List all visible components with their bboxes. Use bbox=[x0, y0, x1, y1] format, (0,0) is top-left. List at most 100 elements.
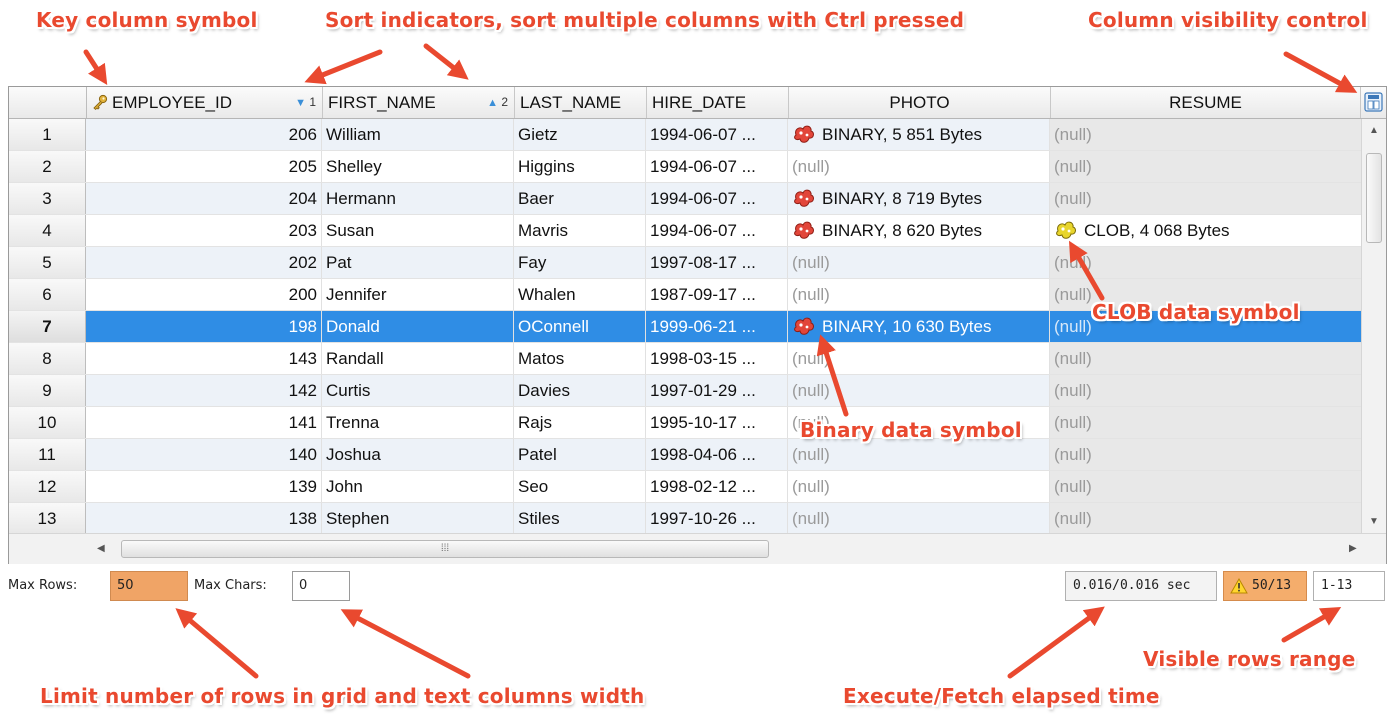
cell-employee-id[interactable]: 206 bbox=[86, 119, 322, 150]
row-number[interactable]: 1 bbox=[9, 119, 86, 150]
cell-hire-date[interactable]: 1994-06-07 ... bbox=[646, 215, 788, 246]
cell-first-name[interactable]: Susan bbox=[322, 215, 514, 246]
column-header-last-name[interactable]: LAST_NAME bbox=[515, 87, 647, 118]
cell-first-name[interactable]: Shelley bbox=[322, 151, 514, 182]
cell-employee-id[interactable]: 140 bbox=[86, 439, 322, 470]
max-rows-input[interactable]: 50 bbox=[110, 571, 188, 601]
cell-employee-id[interactable]: 138 bbox=[86, 503, 322, 533]
sort-indicator-employee-id[interactable]: ▼ 1 bbox=[295, 87, 316, 118]
cell-first-name[interactable]: Joshua bbox=[322, 439, 514, 470]
cell-employee-id[interactable]: 204 bbox=[86, 183, 322, 214]
cell-hire-date[interactable]: 1994-06-07 ... bbox=[646, 119, 788, 150]
cell-last-name[interactable]: Higgins bbox=[514, 151, 646, 182]
cell-resume[interactable]: (null) bbox=[1050, 183, 1361, 214]
scroll-up-icon[interactable]: ▲ bbox=[1369, 125, 1379, 136]
cell-first-name[interactable]: Hermann bbox=[322, 183, 514, 214]
max-chars-input[interactable]: 0 bbox=[292, 571, 350, 601]
cell-employee-id[interactable]: 139 bbox=[86, 471, 322, 502]
cell-employee-id[interactable]: 143 bbox=[86, 343, 322, 374]
row-number[interactable]: 11 bbox=[9, 439, 86, 470]
vertical-scrollbar[interactable]: ▲ ▼ bbox=[1361, 119, 1386, 533]
cell-resume[interactable]: (null) bbox=[1050, 343, 1361, 374]
cell-photo[interactable]: (null) bbox=[788, 503, 1050, 533]
cell-photo[interactable]: BINARY, 8 620 Bytes bbox=[788, 215, 1050, 246]
cell-first-name[interactable]: Trenna bbox=[322, 407, 514, 438]
row-number[interactable]: 12 bbox=[9, 471, 86, 502]
column-header-photo[interactable]: PHOTO bbox=[789, 87, 1051, 118]
row-number[interactable]: 3 bbox=[9, 183, 86, 214]
cell-resume[interactable]: (null) bbox=[1050, 471, 1361, 502]
cell-hire-date[interactable]: 1999-06-21 ... bbox=[646, 311, 788, 342]
row-number[interactable]: 10 bbox=[9, 407, 86, 438]
cell-last-name[interactable]: Rajs bbox=[514, 407, 646, 438]
row-number[interactable]: 5 bbox=[9, 247, 86, 278]
cell-first-name[interactable]: Curtis bbox=[322, 375, 514, 406]
cell-resume[interactable]: (null) bbox=[1050, 151, 1361, 182]
cell-hire-date[interactable]: 1998-04-06 ... bbox=[646, 439, 788, 470]
cell-photo[interactable]: (null) bbox=[788, 151, 1050, 182]
cell-photo[interactable]: (null) bbox=[788, 439, 1050, 470]
row-number[interactable]: 7 bbox=[9, 311, 86, 342]
cell-hire-date[interactable]: 1998-03-15 ... bbox=[646, 343, 788, 374]
column-header-hire-date[interactable]: HIRE_DATE bbox=[647, 87, 789, 118]
cell-hire-date[interactable]: 1998-02-12 ... bbox=[646, 471, 788, 502]
cell-hire-date[interactable]: 1997-01-29 ... bbox=[646, 375, 788, 406]
sort-indicator-first-name[interactable]: ▲ 2 bbox=[487, 87, 508, 118]
cell-photo[interactable]: (null) bbox=[788, 279, 1050, 310]
table-row[interactable]: 8 143 Randall Matos 1998-03-15 ... (null) (nul… bbox=[9, 343, 1361, 375]
cell-last-name[interactable]: OConnell bbox=[514, 311, 646, 342]
cell-employee-id[interactable]: 142 bbox=[86, 375, 322, 406]
row-number[interactable]: 6 bbox=[9, 279, 86, 310]
cell-photo[interactable]: BINARY, 10 630 Bytes bbox=[788, 311, 1050, 342]
cell-hire-date[interactable]: 1994-06-07 ... bbox=[646, 151, 788, 182]
cell-hire-date[interactable]: 1987-09-17 ... bbox=[646, 279, 788, 310]
column-header-first-name[interactable]: FIRST_NAME ▲ 2 bbox=[323, 87, 515, 118]
cell-photo[interactable]: BINARY, 5 851 Bytes bbox=[788, 119, 1050, 150]
cell-employee-id[interactable]: 198 bbox=[86, 311, 322, 342]
cell-employee-id[interactable]: 202 bbox=[86, 247, 322, 278]
row-number[interactable]: 8 bbox=[9, 343, 86, 374]
cell-first-name[interactable]: Jennifer bbox=[322, 279, 514, 310]
table-row[interactable]: 3 204 Hermann Baer 1994-06-07 ... BINARY, 8 7… bbox=[9, 183, 1361, 215]
scroll-left-icon[interactable]: ◀ bbox=[97, 543, 105, 554]
cell-first-name[interactable]: Donald bbox=[322, 311, 514, 342]
column-header-resume[interactable]: RESUME bbox=[1051, 87, 1361, 118]
cell-employee-id[interactable]: 200 bbox=[86, 279, 322, 310]
cell-hire-date[interactable]: 1994-06-07 ... bbox=[646, 183, 788, 214]
cell-resume[interactable]: (null) bbox=[1050, 375, 1361, 406]
table-row[interactable]: 4 203 Susan Mavris 1994-06-07 ... BINARY, 8 6… bbox=[9, 215, 1361, 247]
horizontal-scroll-thumb[interactable]: ⁞⁞⁞ bbox=[121, 540, 769, 558]
cell-last-name[interactable]: Baer bbox=[514, 183, 646, 214]
table-row[interactable]: 13 138 Stephen Stiles 1997-10-26 ... (null) (n… bbox=[9, 503, 1361, 533]
cell-photo[interactable]: (null) bbox=[788, 343, 1050, 374]
row-number[interactable]: 2 bbox=[9, 151, 86, 182]
cell-last-name[interactable]: Stiles bbox=[514, 503, 646, 533]
cell-first-name[interactable]: Pat bbox=[322, 247, 514, 278]
cell-resume[interactable]: (null) bbox=[1050, 407, 1361, 438]
vertical-scroll-thumb[interactable] bbox=[1366, 153, 1382, 243]
cell-first-name[interactable]: Randall bbox=[322, 343, 514, 374]
cell-photo[interactable]: BINARY, 8 719 Bytes bbox=[788, 183, 1050, 214]
cell-last-name[interactable]: Davies bbox=[514, 375, 646, 406]
row-number[interactable]: 9 bbox=[9, 375, 86, 406]
table-row[interactable]: 1 206 William Gietz 1994-06-07 ... BINARY, 5 … bbox=[9, 119, 1361, 151]
cell-photo[interactable]: (null) bbox=[788, 471, 1050, 502]
column-visibility-control[interactable] bbox=[1361, 87, 1386, 118]
cell-resume[interactable]: (null) bbox=[1050, 503, 1361, 533]
row-number[interactable]: 13 bbox=[9, 503, 86, 533]
cell-last-name[interactable]: Seo bbox=[514, 471, 646, 502]
scroll-down-icon[interactable]: ▼ bbox=[1369, 516, 1379, 527]
cell-last-name[interactable]: Mavris bbox=[514, 215, 646, 246]
cell-first-name[interactable]: Stephen bbox=[322, 503, 514, 533]
cell-employee-id[interactable]: 205 bbox=[86, 151, 322, 182]
table-row[interactable]: 5 202 Pat Fay 1997-08-17 ... (null) (null) bbox=[9, 247, 1361, 279]
cell-first-name[interactable]: John bbox=[322, 471, 514, 502]
cell-first-name[interactable]: William bbox=[322, 119, 514, 150]
cell-last-name[interactable]: Matos bbox=[514, 343, 646, 374]
cell-employee-id[interactable]: 141 bbox=[86, 407, 322, 438]
table-row[interactable]: 11 140 Joshua Patel 1998-04-06 ... (null) (nul… bbox=[9, 439, 1361, 471]
cell-hire-date[interactable]: 1995-10-17 ... bbox=[646, 407, 788, 438]
column-header-employee-id[interactable]: EMPLOYEE_ID ▼ 1 bbox=[87, 87, 323, 118]
table-row[interactable]: 9 142 Curtis Davies 1997-01-29 ... (null) (nul… bbox=[9, 375, 1361, 407]
cell-last-name[interactable]: Whalen bbox=[514, 279, 646, 310]
